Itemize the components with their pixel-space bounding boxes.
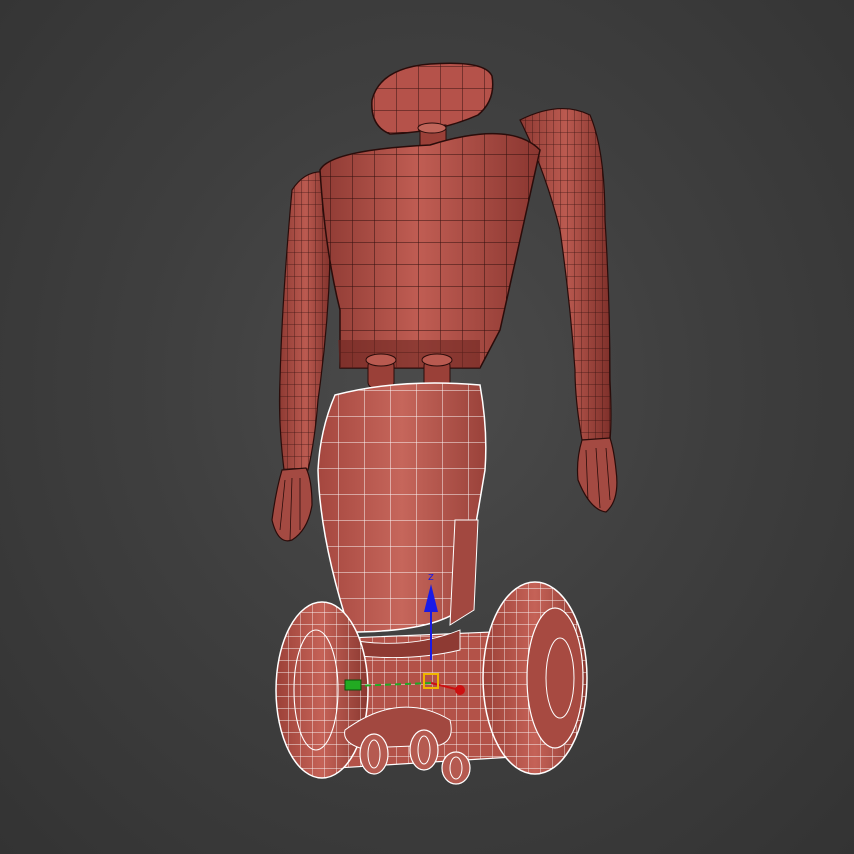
torso[interactable] xyxy=(300,110,560,380)
x-axis-handle-icon[interactable] xyxy=(455,685,465,695)
z-axis-label: z xyxy=(428,570,434,583)
viewport[interactable]: z xyxy=(0,0,854,854)
y-axis-handle-icon[interactable] xyxy=(344,679,362,691)
scene[interactable]: z xyxy=(0,0,854,854)
